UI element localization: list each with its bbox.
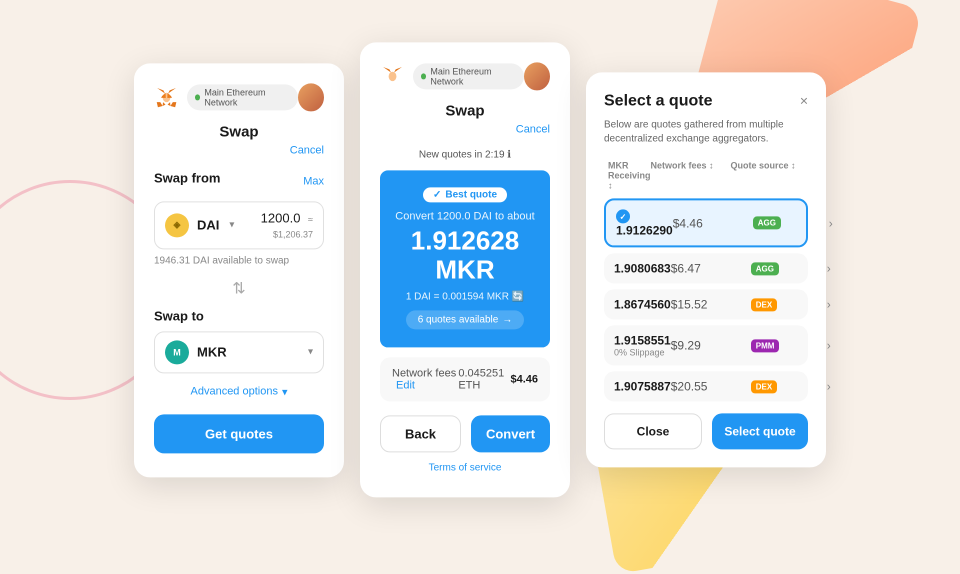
quote-fee-0: $4.46 [673,216,753,230]
panel2-title: Swap [380,102,550,119]
from-token-name: DAI [197,218,219,233]
metamask-icon-2 [380,62,405,90]
quote-panel-desc: Below are quotes gathered from multiple … [604,118,808,146]
panel2-header: Main Ethereum Network [380,62,550,90]
quote-fee-3: $9.29 [671,339,751,353]
max-link[interactable]: Max [303,176,324,188]
exchange-rate: 1 DAI = 0.001594 MKR 🔄 [394,292,536,303]
panel1-title: Swap [154,123,324,140]
to-token-name: MKR [197,345,227,360]
check-icon-0: ✓ [616,210,630,224]
quote-amount-2: 1.8674560 [614,298,671,312]
panel-swap-form: Main Ethereum Network Swap Cancel Swap f… [134,63,344,477]
quote-amount-4: 1.9075887 [614,380,671,394]
quote-panel-header: Select a quote × [604,92,808,110]
select-quote-button[interactable]: Select quote [712,414,808,450]
best-quote-badge: ✓ Best quote Convert 1200.0 DAI to about… [380,170,550,347]
advanced-options[interactable]: Advanced options ▾ [154,385,324,398]
network-badge-2: Main Ethereum Network [413,63,524,89]
from-amount: 1200.0 ≈ $1,206.37 [242,210,313,240]
from-token-chevron: ▾ [229,220,234,231]
to-token-chevron: ▾ [308,347,313,358]
avatar-1 [298,83,324,111]
swap-from-row: Swap from Max [154,170,324,193]
dai-icon: ◈ [165,213,189,237]
swap-from-label: Swap from [154,170,220,185]
panel2-header-left: Main Ethereum Network [380,62,524,90]
quote-row-1[interactable]: 1.9080683 $6.47 AGG › [604,254,808,284]
quote-row-4[interactable]: 1.9075887 $20.55 DEX › [604,372,808,402]
close-panel-button[interactable]: × [800,92,808,108]
from-token-row[interactable]: ◈ DAI ▾ 1200.0 ≈ $1,206.37 [154,201,324,249]
quote-row-0[interactable]: ✓1.9126290 $4.46 AGG › [604,198,808,248]
pmm-badge-3: PMM [751,339,780,352]
network-label-2: Main Ethereum Network [430,66,516,86]
quote-source-4: DEX › [751,380,831,394]
quote-panel-title: Select a quote [604,92,712,110]
panel2-btn-row: Back Convert [380,416,550,453]
quote-row-2[interactable]: 1.8674560 $15.52 DEX › [604,290,808,320]
panel1-header-left: Main Ethereum Network [154,83,298,111]
agg-badge-0: AGG [753,217,781,230]
convert-button[interactable]: Convert [471,416,550,453]
cards-container: Main Ethereum Network Swap Cancel Swap f… [134,42,826,497]
close-footer-button[interactable]: Close [604,414,702,450]
quote-amount-3: 1.9158551 [614,334,671,348]
col-receiving: MKR Receiving ↕ [608,160,651,190]
col-quote-source: Quote source ↕ [731,160,811,190]
metamask-icon [154,83,179,111]
network-fees-row: Network fees Edit 0.045251 ETH $4.46 [380,358,550,402]
quote-source-0: AGG › [753,216,833,230]
mkr-icon: M [165,340,189,364]
panel1-cancel[interactable]: Cancel [154,144,324,156]
col-network-fees: Network fees ↕ [651,160,731,190]
to-token-row[interactable]: M MKR ▾ [154,331,324,373]
dex-badge-2: DEX [751,298,777,311]
panel2-cancel[interactable]: Cancel [380,123,550,135]
fee-eth: 0.045251 ETH [458,368,510,392]
swap-arrows: ⇅ [154,278,324,298]
best-quote-label: ✓ Best quote [423,187,507,202]
get-quotes-button[interactable]: Get quotes [154,414,324,453]
panel-select-quote: Select a quote × Below are quotes gather… [586,72,826,468]
quote-fee-1: $6.47 [671,262,751,276]
network-dot-2 [421,73,426,79]
new-quotes-bar: New quotes in 2:19 ℹ [380,149,550,160]
convert-amount: 1.912628 MKR [394,226,536,283]
dex-badge-4: DEX [751,380,777,393]
quote-table-header: MKR Receiving ↕ Network fees ↕ Quote sou… [604,160,808,190]
agg-badge-1: AGG [751,262,779,275]
quote-source-2: DEX › [751,298,831,312]
convert-text: Convert 1200.0 DAI to about [394,210,536,222]
avatar-2 [524,62,550,90]
network-dot-1 [195,94,200,100]
quote-fee-2: $15.52 [671,298,751,312]
quote-source-3: PMM › [751,339,831,353]
panel-convert: Main Ethereum Network Swap Cancel New qu… [360,42,570,497]
quote-slippage-3: 0% Slippage [614,348,671,358]
network-fees-label: Network fees Edit [392,368,458,392]
swap-to-label: Swap to [154,308,324,323]
quote-amount-0: ✓1.9126290 [616,208,673,238]
available-text: 1946.31 DAI available to swap [154,255,324,266]
quotes-available[interactable]: 6 quotes available → [406,311,525,330]
panel3-footer: Close Select quote [604,414,808,450]
network-label-1: Main Ethereum Network [204,87,290,107]
fee-usd: $4.46 [510,374,538,386]
back-button[interactable]: Back [380,416,461,453]
quote-amount-1: 1.9080683 [614,262,671,276]
quote-source-1: AGG › [751,262,831,276]
tos-link[interactable]: Terms of service [380,463,550,474]
panel1-header: Main Ethereum Network [154,83,324,111]
network-badge-1: Main Ethereum Network [187,84,298,110]
edit-fees-link[interactable]: Edit [396,380,415,392]
quote-fee-4: $20.55 [671,380,751,394]
quote-row-3[interactable]: 1.9158551 0% Slippage $9.29 PMM › [604,326,808,366]
